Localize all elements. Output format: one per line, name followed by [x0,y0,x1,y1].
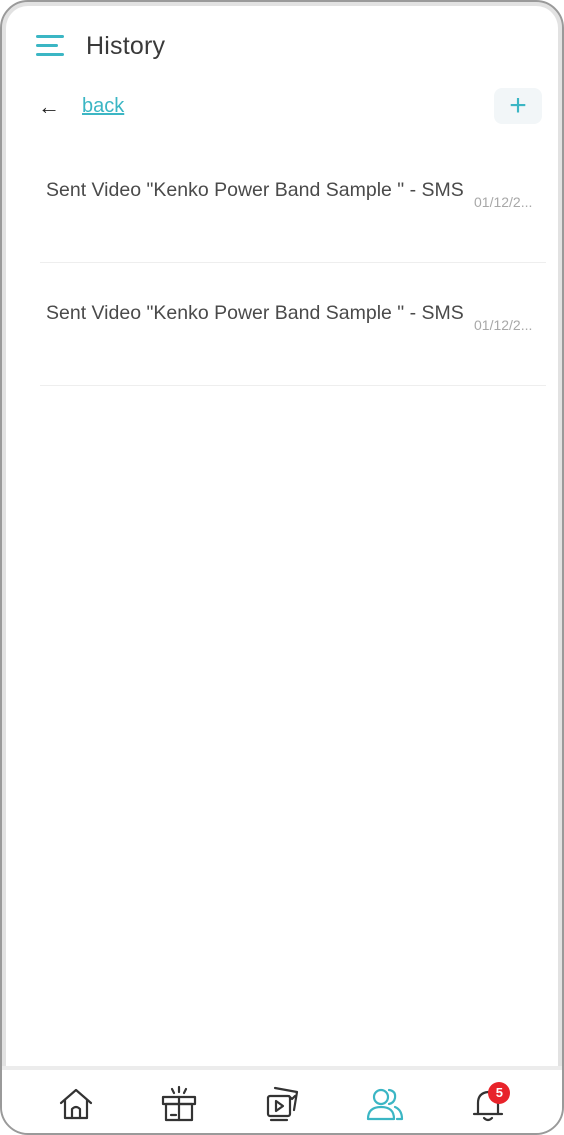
history-item-date: 01/12/2... [474,317,533,333]
history-item-text: Sent Video "Kenko Power Band Sample " - … [46,179,464,201]
home-icon [59,1088,92,1119]
history-item-text: Sent Video "Kenko Power Band Sample " - … [46,302,464,324]
history-item[interactable]: Sent Video "Kenko Power Band Sample " - … [40,140,546,263]
nav-media[interactable] [254,1076,310,1132]
gift-icon [161,1085,196,1121]
nav-home[interactable] [48,1076,104,1132]
subheader-bar: ← back + [2,88,562,128]
app-header: History [2,2,562,90]
history-list: Sent Video "Kenko Power Band Sample " - … [40,140,546,386]
bottom-navigation: 5 [2,1066,562,1133]
back-link[interactable]: back [82,95,124,118]
notification-badge: 5 [488,1081,511,1104]
back-arrow-icon[interactable]: ← [38,96,60,118]
nav-contacts[interactable] [357,1076,413,1132]
contacts-icon [367,1088,404,1120]
nav-notifications[interactable]: 5 [460,1076,516,1132]
history-item[interactable]: Sent Video "Kenko Power Band Sample " - … [40,263,546,386]
media-icon [266,1086,299,1121]
nav-gifts[interactable] [151,1076,207,1132]
page-title: History [86,31,166,60]
phone-frame: History ← back + Sent Video "Kenko Power… [0,0,564,1135]
menu-icon[interactable] [36,34,68,58]
history-item-date: 01/12/2... [474,194,533,210]
add-button[interactable]: + [494,88,542,124]
